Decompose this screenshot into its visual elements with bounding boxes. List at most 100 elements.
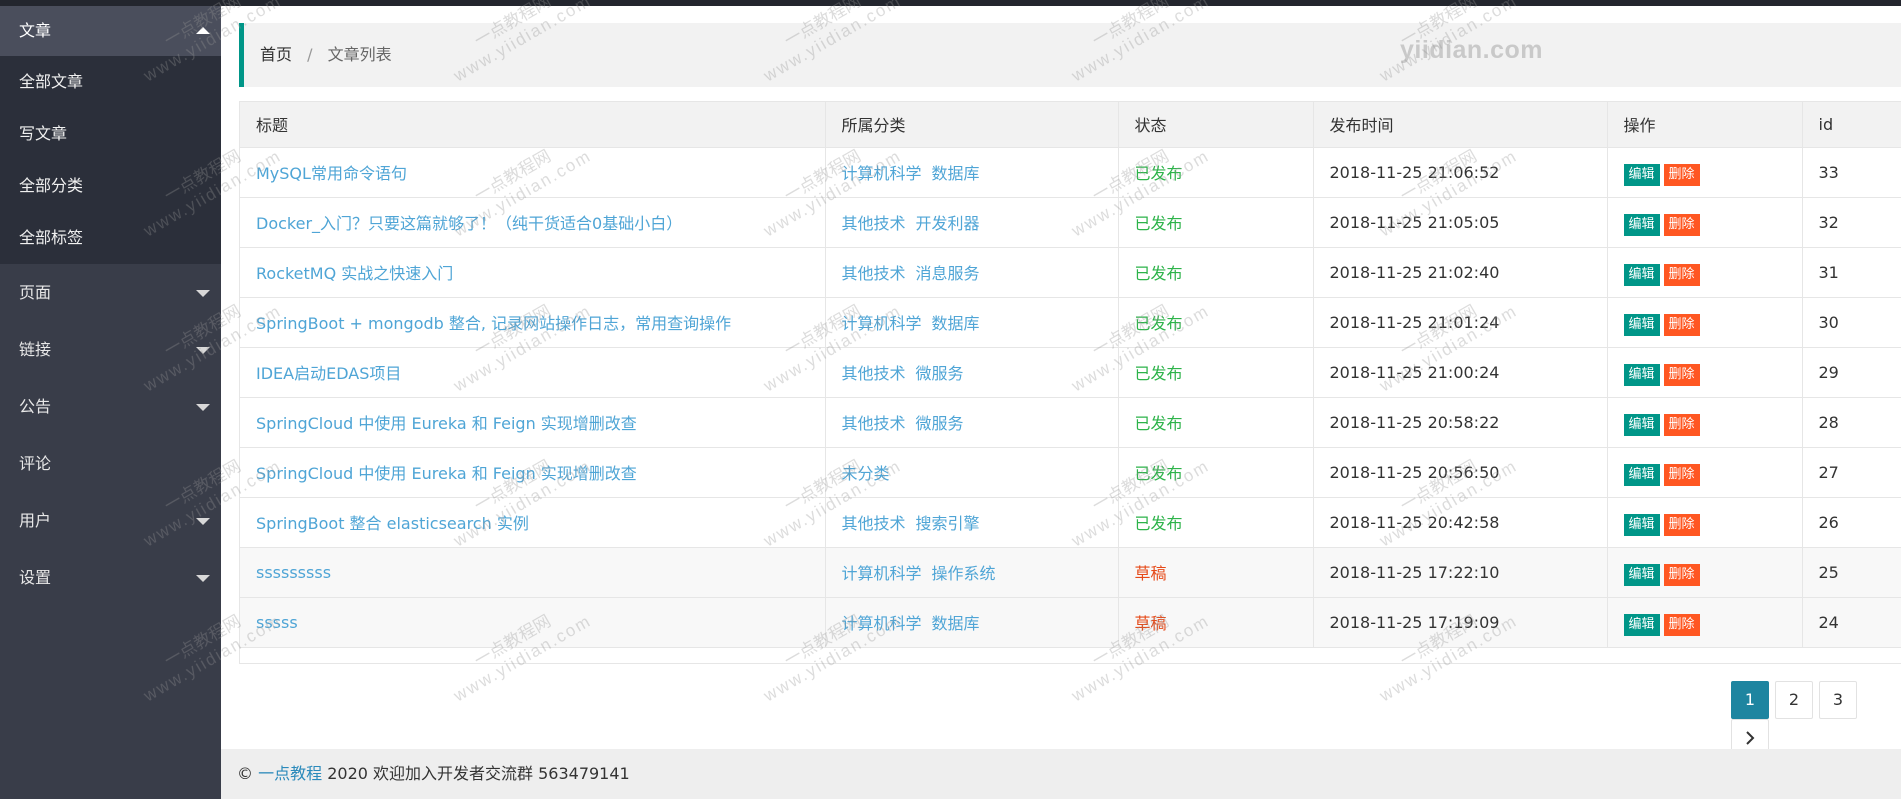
edit-button[interactable]: 编辑 (1623, 264, 1660, 286)
delete-button[interactable]: 删除 (1663, 364, 1700, 386)
page-3-button[interactable]: 3 (1819, 681, 1857, 719)
delete-button[interactable]: 删除 (1663, 164, 1700, 186)
table-body: MySQL常用命令语句 计算机科学 数据库 已发布 2018-11-25 21:06:5… (240, 147, 1901, 648)
cell-id: 25 (1802, 547, 1901, 598)
edit-button[interactable]: 编辑 (1623, 614, 1660, 636)
cell-time: 2018-11-25 21:02:40 (1313, 247, 1608, 298)
nav-announcements[interactable]: 公告 (0, 378, 221, 435)
cell-category: 计算机科学 操作系统 (825, 547, 1119, 598)
cell-category: 计算机科学 数据库 (825, 597, 1119, 648)
delete-button[interactable]: 删除 (1663, 614, 1700, 636)
breadcrumb-current: 文章列表 (327, 45, 392, 64)
article-title-link[interactable]: SpringCloud 中使用 Eureka 和 Feign 实现增删改查 (256, 464, 637, 483)
article-title-link[interactable]: SpringBoot + mongodb 整合, 记录网站操作日志，常用查询操作 (256, 314, 731, 333)
nav-all-tags[interactable]: 全部标签 (0, 212, 221, 264)
edit-button[interactable]: 编辑 (1623, 314, 1660, 336)
table-row: SpringCloud 中使用 Eureka 和 Feign 实现增删改查 其他技… (240, 397, 1901, 448)
nav-all-categories[interactable]: 全部分类 (0, 160, 221, 212)
edit-button[interactable]: 编辑 (1623, 514, 1660, 536)
category-link[interactable]: 计算机科学 (842, 164, 922, 183)
footer: © 一点教程 2020 欢迎加入开发者交流群 563479141 (221, 749, 1901, 799)
nav-links[interactable]: 链接 (0, 321, 221, 378)
delete-button[interactable]: 删除 (1663, 264, 1700, 286)
cell-time: 2018-11-25 21:00:24 (1313, 347, 1608, 398)
cell-title: SpringBoot + mongodb 整合, 记录网站操作日志，常用查询操作 (240, 297, 826, 348)
cell-time: 2018-11-25 21:05:05 (1313, 197, 1608, 248)
category-link[interactable]: 其他技术 (842, 514, 906, 533)
category-link[interactable]: 微服务 (916, 414, 964, 433)
category-link[interactable]: 操作系统 (932, 564, 996, 583)
category-link[interactable]: 搜索引擎 (916, 514, 980, 533)
edit-button[interactable]: 编辑 (1623, 164, 1660, 186)
breadcrumb-home[interactable]: 首页 (260, 45, 292, 64)
article-title-link[interactable]: SpringCloud 中使用 Eureka 和 Feign 实现增删改查 (256, 414, 637, 433)
cell-title: SpringCloud 中使用 Eureka 和 Feign 实现增删改查 (240, 447, 826, 498)
category-link[interactable]: 开发利器 (916, 214, 980, 233)
cell-time: 2018-11-25 17:22:10 (1313, 547, 1608, 598)
nav-comments[interactable]: 评论 (0, 435, 221, 492)
pagination: 1 2 3 (1731, 681, 1901, 757)
table-header-row: 标题 所属分类 状态 发布时间 操作 id (240, 102, 1901, 148)
category-link[interactable]: 微服务 (916, 364, 964, 383)
nav-all-articles[interactable]: 全部文章 (0, 56, 221, 108)
cell-time: 2018-11-25 17:19:09 (1313, 597, 1608, 648)
category-link[interactable]: 未分类 (842, 464, 890, 483)
edit-button[interactable]: 编辑 (1623, 364, 1660, 386)
page-2-button[interactable]: 2 (1775, 681, 1813, 719)
delete-button[interactable]: 删除 (1663, 314, 1700, 336)
status-label: 草稿 (1134, 564, 1167, 583)
category-link[interactable]: 数据库 (932, 614, 980, 633)
cell-id: 32 (1802, 197, 1901, 248)
category-link[interactable]: 计算机科学 (842, 614, 922, 633)
cell-title: IDEA启动EDAS项目 (240, 347, 826, 398)
nav-settings[interactable]: 设置 (0, 549, 221, 606)
footer-brand-link[interactable]: 一点教程 (258, 764, 322, 783)
nav-write-article[interactable]: 写文章 (0, 108, 221, 160)
article-title-link[interactable]: IDEA启动EDAS项目 (256, 364, 401, 383)
cell-title: SpringCloud 中使用 Eureka 和 Feign 实现增删改查 (240, 397, 826, 448)
delete-button[interactable]: 删除 (1663, 514, 1700, 536)
article-title-link[interactable]: sssss (256, 613, 298, 632)
table-row: RocketMQ 实战之快速入门 其他技术 消息服务 已发布 2018-11-25 21… (240, 247, 1901, 298)
cell-status: 已发布 (1118, 247, 1314, 298)
nav-users[interactable]: 用户 (0, 492, 221, 549)
nav-pages[interactable]: 页面 (0, 264, 221, 321)
main-content: 首页 / 文章列表 标题 所属分类 状态 发布时间 操作 id MySQL常用命… (221, 6, 1901, 799)
page-1-button[interactable]: 1 (1731, 681, 1769, 719)
article-title-link[interactable]: MySQL常用命令语句 (256, 164, 407, 183)
status-label: 已发布 (1134, 514, 1183, 533)
status-label: 已发布 (1134, 314, 1183, 333)
cell-id: 31 (1802, 247, 1901, 298)
category-link[interactable]: 其他技术 (842, 364, 906, 383)
category-link[interactable]: 计算机科学 (842, 314, 922, 333)
category-link[interactable]: 消息服务 (916, 264, 980, 283)
category-link[interactable]: 数据库 (932, 314, 980, 333)
delete-button[interactable]: 删除 (1663, 464, 1700, 486)
category-link[interactable]: 计算机科学 (842, 564, 922, 583)
cell-title: sssss (240, 597, 826, 648)
edit-button[interactable]: 编辑 (1623, 414, 1660, 436)
nav-articles[interactable]: 文章 (0, 6, 221, 56)
cell-status: 已发布 (1118, 147, 1314, 198)
table-row: sssssssss 计算机科学 操作系统 草稿 2018-11-25 17:22:10 编… (240, 547, 1901, 598)
cell-actions: 编辑 删除 (1607, 547, 1803, 598)
category-link[interactable]: 其他技术 (842, 214, 906, 233)
category-link[interactable]: 数据库 (932, 164, 980, 183)
edit-button[interactable]: 编辑 (1623, 214, 1660, 236)
category-link[interactable]: 其他技术 (842, 264, 906, 283)
col-publish-time: 发布时间 (1313, 102, 1608, 148)
delete-button[interactable]: 删除 (1663, 214, 1700, 236)
col-category: 所属分类 (825, 102, 1119, 148)
edit-button[interactable]: 编辑 (1623, 464, 1660, 486)
edit-button[interactable]: 编辑 (1623, 564, 1660, 586)
category-link[interactable]: 其他技术 (842, 414, 906, 433)
article-title-link[interactable]: SpringBoot 整合 elasticsearch 实例 (256, 514, 529, 533)
article-title-link[interactable]: Docker_入门？只要这篇就够了！（纯干货适合0基础小白） (256, 214, 682, 233)
delete-button[interactable]: 删除 (1663, 414, 1700, 436)
article-title-link[interactable]: RocketMQ 实战之快速入门 (256, 264, 453, 283)
delete-button[interactable]: 删除 (1663, 564, 1700, 586)
cell-title: MySQL常用命令语句 (240, 147, 826, 198)
chevron-right-icon (1746, 731, 1755, 745)
article-title-link[interactable]: sssssssss (256, 563, 331, 582)
caret-up-icon (196, 27, 210, 34)
